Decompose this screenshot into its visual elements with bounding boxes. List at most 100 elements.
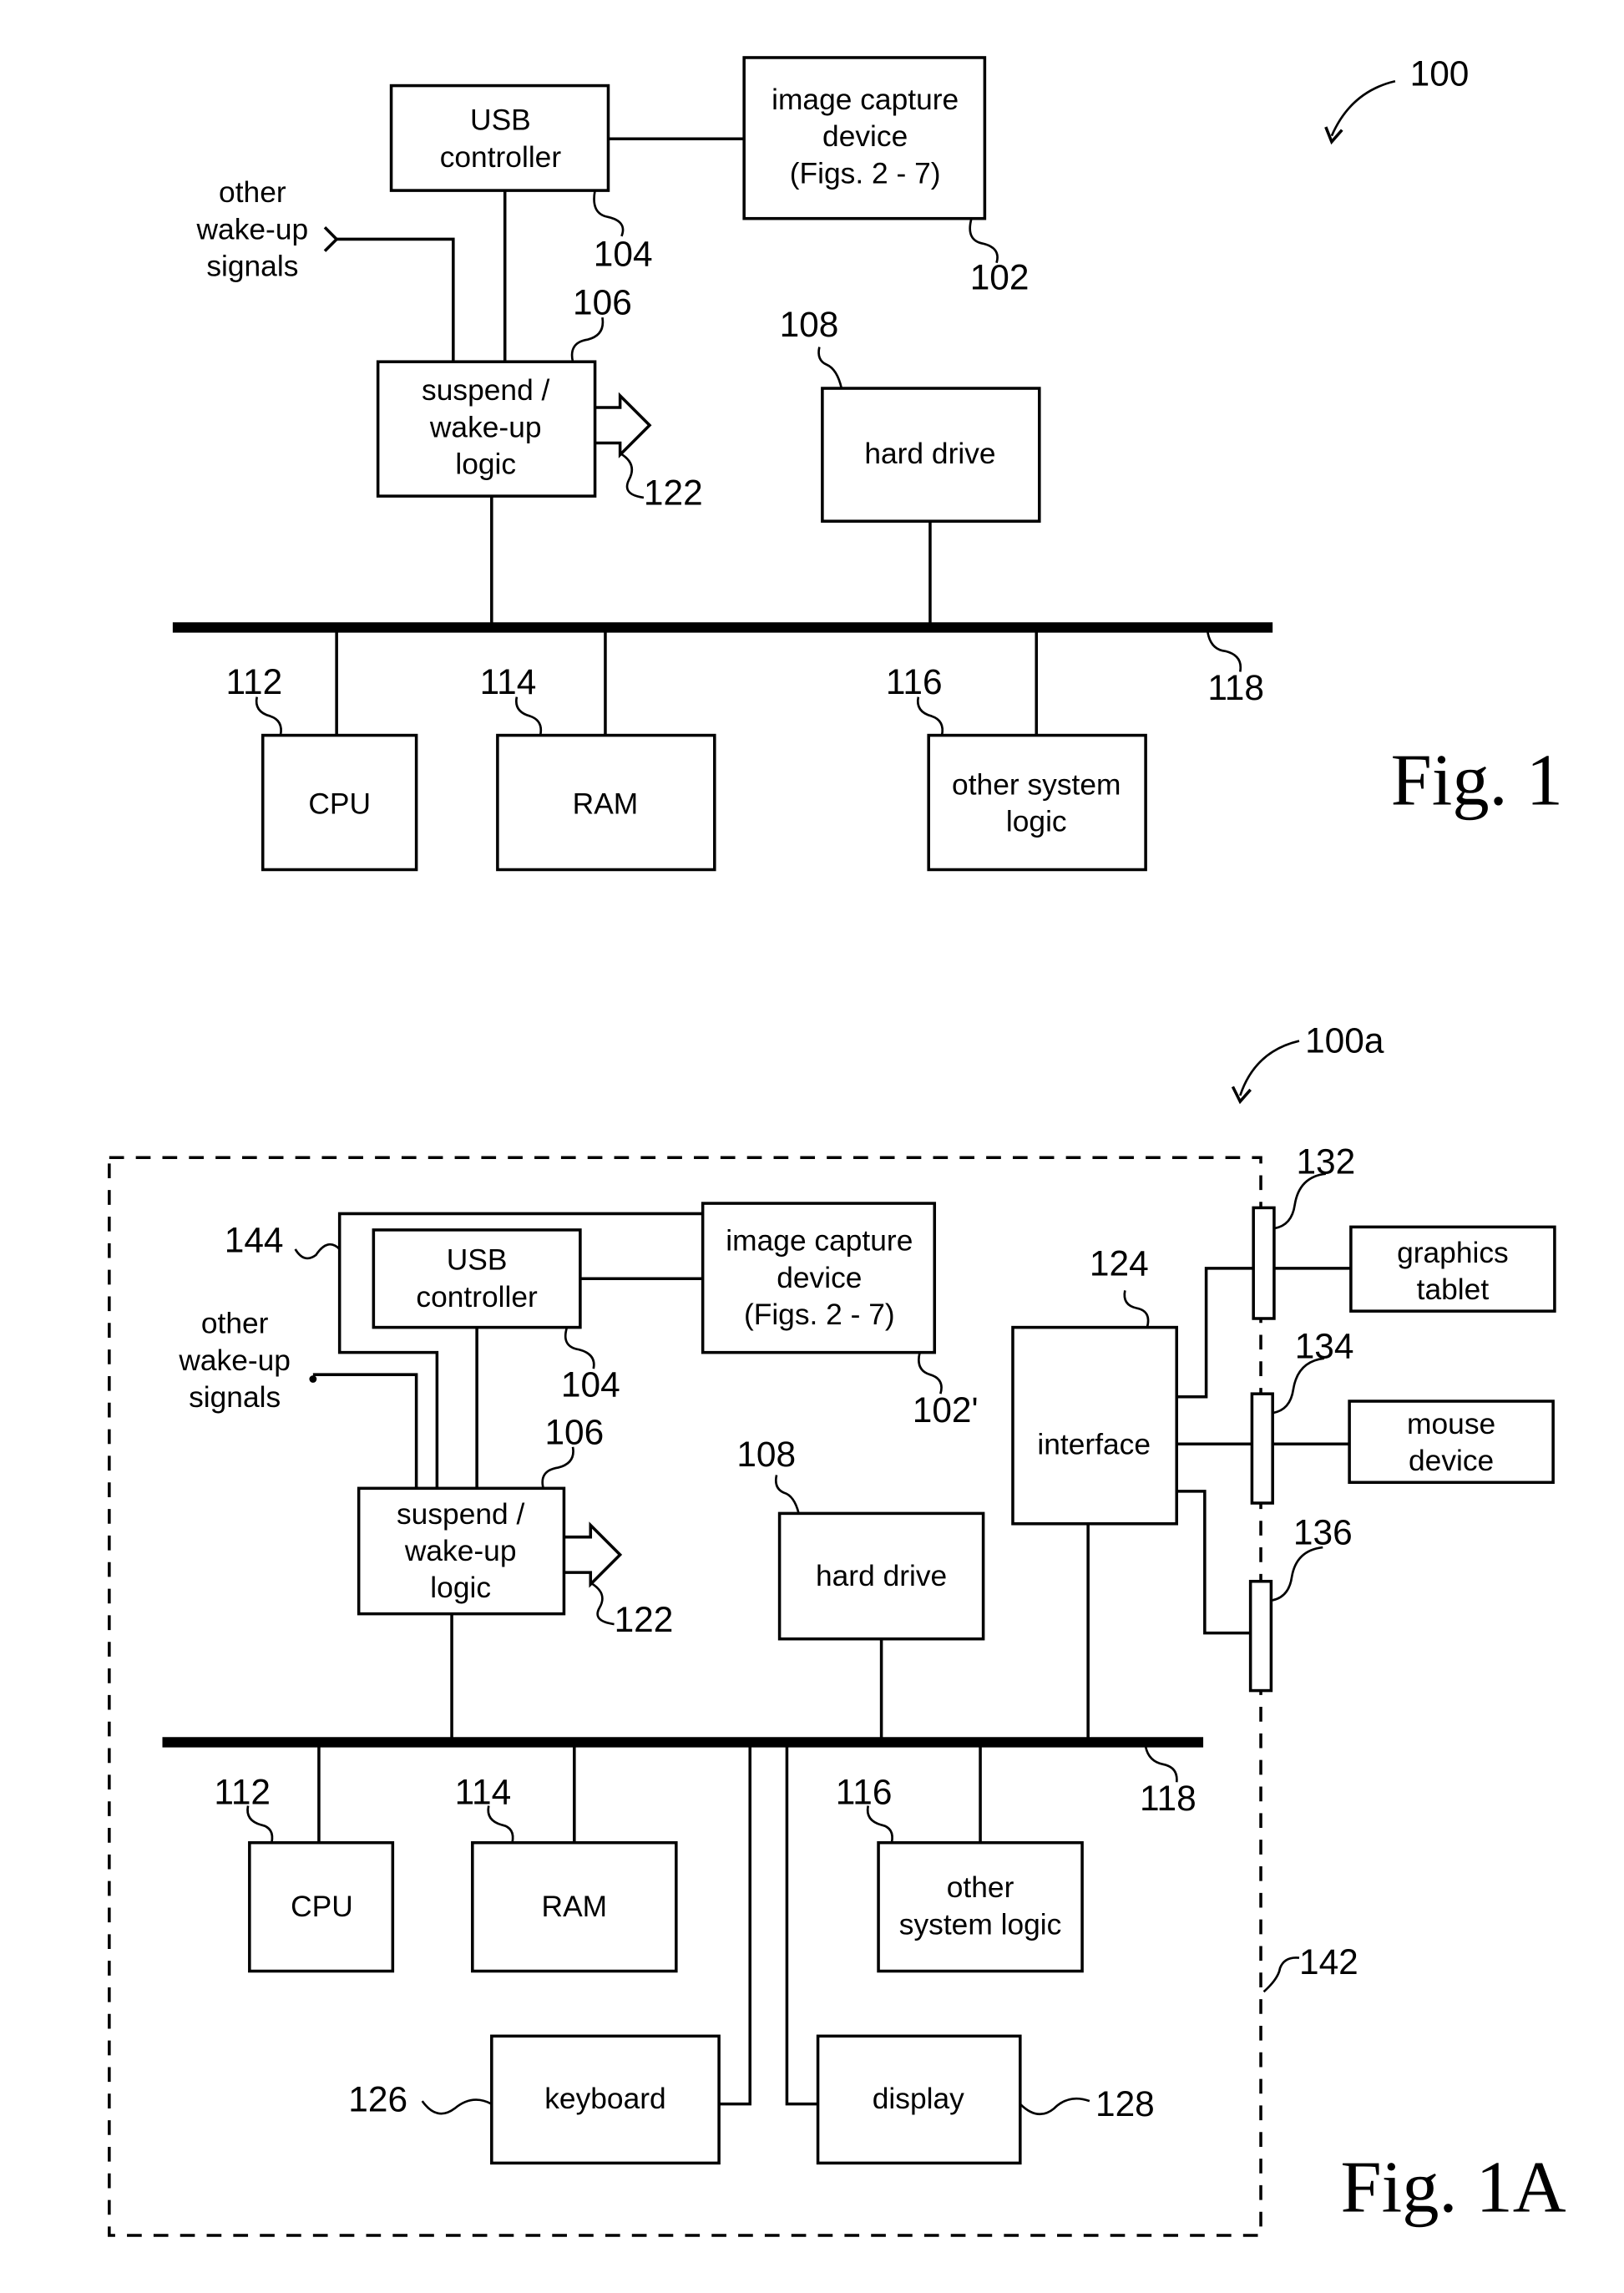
- ref-118: 118: [1140, 1779, 1196, 1818]
- output-arrow-icon: [594, 392, 652, 458]
- leader-104: [564, 1327, 595, 1369]
- ref-128: 128: [1095, 2084, 1155, 2123]
- leader-122: [619, 452, 645, 499]
- leader-136: [1271, 1546, 1323, 1602]
- svg-text:keyboard: keyboard: [544, 2083, 665, 2115]
- svg-text:logic: logic: [430, 1572, 491, 1604]
- ref-104: 104: [561, 1365, 620, 1405]
- svg-text:wake-up: wake-up: [178, 1344, 291, 1377]
- svg-text:device: device: [1409, 1445, 1494, 1477]
- ref-144: 144: [225, 1220, 284, 1259]
- leader-106: [541, 1446, 574, 1489]
- svg-text:controller: controller: [440, 141, 562, 174]
- system-ref-arrow: [1239, 1040, 1300, 1096]
- other-system-logic-block: other system logic: [877, 1840, 1084, 1973]
- svg-text:(Figs. 2 - 7): (Figs. 2 - 7): [744, 1298, 895, 1331]
- svg-text:other system: other system: [952, 768, 1121, 801]
- leader-108: [774, 1475, 800, 1514]
- svg-text:signals: signals: [189, 1381, 281, 1414]
- ram-block: RAM: [471, 1840, 678, 1973]
- leader-114: [515, 696, 543, 736]
- ref-116: 116: [886, 662, 943, 701]
- svg-text:suspend /: suspend /: [397, 1498, 525, 1531]
- svg-text:wake-up: wake-up: [429, 411, 542, 443]
- leader-104: [593, 190, 625, 237]
- svg-text:logic: logic: [455, 448, 516, 481]
- graphics-tablet-block: graphics tablet: [1349, 1225, 1556, 1313]
- svg-text:mouse: mouse: [1407, 1408, 1495, 1440]
- wake-signal-line: [336, 237, 455, 362]
- display-block: display: [816, 2034, 1022, 2165]
- figure-caption: Fig. 1A: [1341, 2147, 1566, 2229]
- svg-text:other: other: [201, 1308, 269, 1340]
- mouse-device-block: mouse device: [1348, 1400, 1555, 1485]
- svg-text:device: device: [822, 120, 908, 153]
- svg-text:RAM: RAM: [573, 787, 639, 820]
- leader-144: [294, 1243, 341, 1260]
- svg-text:signals: signals: [206, 251, 298, 283]
- display-bus-link: [785, 1742, 818, 2106]
- svg-text:wake-up: wake-up: [196, 213, 309, 245]
- ref-114: 114: [455, 1773, 512, 1812]
- svg-text:display: display: [873, 2083, 964, 2115]
- ref-114: 114: [480, 662, 537, 701]
- leader-126: [421, 2098, 493, 2115]
- interface-block: interface: [1011, 1325, 1179, 1526]
- wake-signal-line: [312, 1373, 418, 1489]
- leader-122: [589, 1582, 615, 1626]
- svg-text:tablet: tablet: [1417, 1273, 1490, 1306]
- leader-118: [1144, 1746, 1178, 1783]
- usb-controller-block: USB controller: [389, 84, 610, 192]
- leader-106: [570, 316, 605, 362]
- ref-116: 116: [836, 1773, 893, 1812]
- ref-108: 108: [736, 1435, 796, 1474]
- svg-text:controller: controller: [416, 1281, 538, 1314]
- ref-134: 134: [1295, 1327, 1354, 1366]
- ref-100a: 100a: [1305, 1021, 1384, 1060]
- keyboard-bus-link: [719, 1742, 752, 2106]
- ref-112: 112: [214, 1773, 271, 1812]
- ref-126: 126: [348, 2080, 407, 2119]
- ref-132: 132: [1296, 1142, 1355, 1182]
- svg-text:wake-up: wake-up: [404, 1535, 517, 1567]
- interface-port1-link: [1176, 1267, 1254, 1399]
- svg-text:device: device: [777, 1262, 862, 1294]
- leader-142: [1262, 1956, 1300, 1993]
- svg-text:CPU: CPU: [308, 787, 371, 820]
- svg-text:image capture: image capture: [726, 1225, 913, 1258]
- ref-142: 142: [1299, 1942, 1358, 1982]
- port-136: [1248, 1579, 1273, 1693]
- image-capture-block: image capture device (Figs. 2 - 7): [701, 1202, 937, 1354]
- leader-132: [1273, 1172, 1326, 1230]
- signal-input-arrow-icon: [323, 226, 339, 252]
- svg-text:USB: USB: [470, 104, 531, 137]
- ref-136: 136: [1293, 1513, 1353, 1552]
- keyboard-block: keyboard: [490, 2034, 721, 2165]
- leader-118: [1207, 631, 1242, 672]
- ref-122: 122: [644, 473, 703, 513]
- svg-text:other: other: [947, 1871, 1014, 1904]
- output-arrow-icon: [564, 1521, 623, 1588]
- cpu-block: CPU: [261, 733, 418, 872]
- ref-108: 108: [780, 305, 839, 344]
- svg-text:graphics: graphics: [1397, 1237, 1509, 1269]
- svg-text:suspend /: suspend /: [422, 374, 550, 407]
- port-134: [1250, 1392, 1274, 1505]
- ref-102-prime: 102': [913, 1390, 979, 1430]
- svg-text:hard drive: hard drive: [864, 438, 995, 470]
- port-132: [1252, 1206, 1276, 1320]
- svg-text:(Figs. 2 - 7): (Figs. 2 - 7): [790, 157, 941, 190]
- svg-text:USB: USB: [447, 1244, 508, 1277]
- leader-112: [255, 696, 282, 736]
- fig1a: 100a 142 144 USB controller 104 image ca…: [108, 1021, 1566, 2237]
- patent-figure-sheet: 100 USB controller 104 image capture dev…: [108, 54, 1566, 2237]
- ref-112: 112: [226, 662, 283, 701]
- svg-text:system logic: system logic: [899, 1908, 1062, 1941]
- leader-102: [918, 1352, 943, 1395]
- leader-102: [969, 218, 999, 264]
- ref-122: 122: [615, 1600, 674, 1639]
- other-system-logic-block: other system logic: [927, 733, 1147, 872]
- cpu-block: CPU: [248, 1840, 395, 1973]
- ref-118: 118: [1207, 668, 1264, 707]
- svg-text:logic: logic: [1006, 805, 1067, 838]
